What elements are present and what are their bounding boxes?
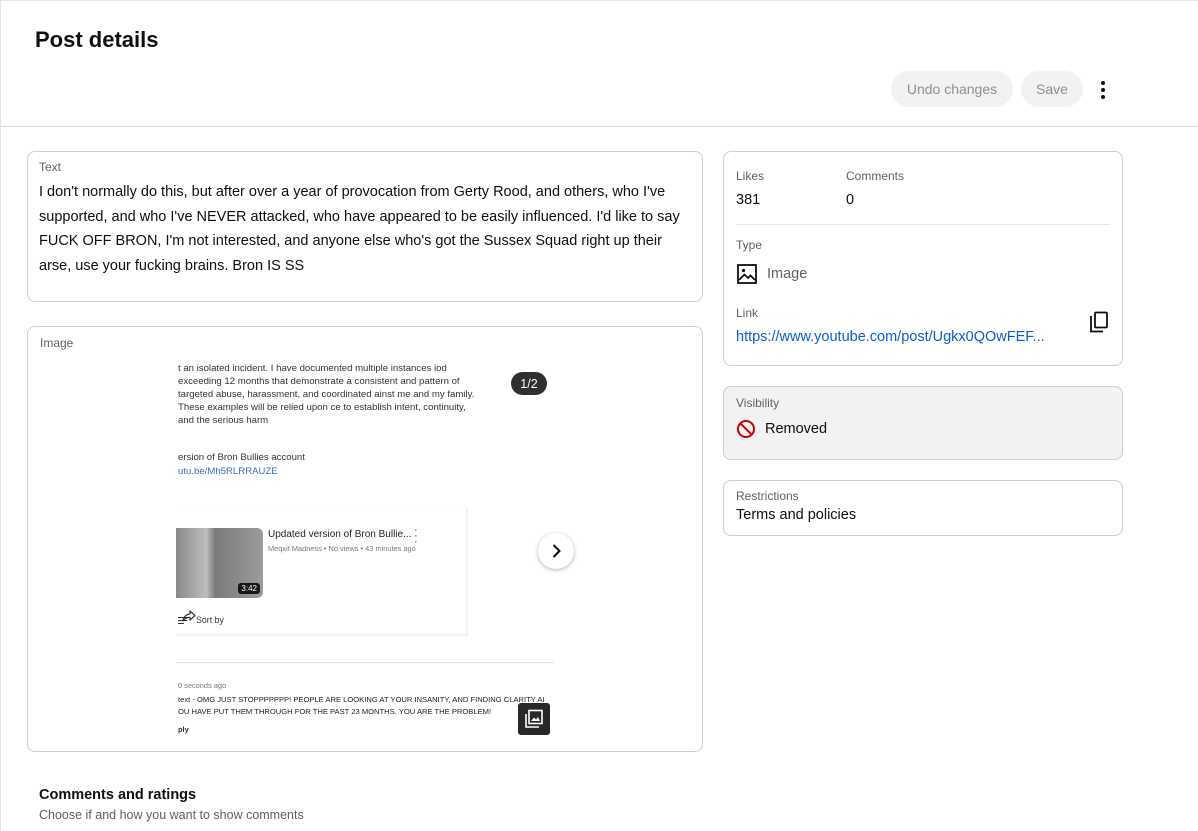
comments-ratings-heading: Comments and ratings <box>39 787 197 803</box>
comment-line-2: OU HAVE PUT THEM THROUGH FOR THE PAST 23… <box>178 707 492 716</box>
image-divider <box>176 662 554 663</box>
post-stats-card: Likes 381 Comments 0 Type Image Link htt… <box>723 151 1123 366</box>
comment-time: 0 seconds ago <box>178 681 227 690</box>
copy-link-button[interactable] <box>1086 308 1112 336</box>
chevron-right-icon <box>552 544 561 558</box>
image-url: utu.be/Mh5RLRRAUZE <box>178 466 278 477</box>
type-row: Image <box>736 263 807 285</box>
restrictions-card[interactable]: Restrictions Terms and policies <box>723 480 1123 536</box>
post-text[interactable]: I don't normally do this, but after over… <box>39 180 691 278</box>
post-image: t an isolated incident. I have documente… <box>176 359 556 739</box>
comment-line-1: text - OMG JUST STOPPPPPPP! PEOPLE ARE L… <box>178 695 545 704</box>
undo-changes-button[interactable]: Undo changes <box>891 71 1013 107</box>
reply-label: ply <box>178 725 189 734</box>
text-field[interactable]: Text I don't normally do this, but after… <box>27 151 703 302</box>
image-gallery-icon <box>525 709 543 728</box>
text-label: Text <box>39 160 62 174</box>
image-counter-badge: 1/2 <box>511 372 547 395</box>
visibility-value: Removed <box>765 421 828 437</box>
visibility-row: Removed <box>736 419 1110 439</box>
likes-value: 381 <box>736 192 761 208</box>
image-paragraph: t an isolated incident. I have documente… <box>178 363 475 426</box>
save-button[interactable]: Save <box>1021 71 1083 107</box>
copy-icon <box>1090 311 1108 333</box>
type-label: Type <box>736 238 763 252</box>
visibility-label: Visibility <box>736 396 780 410</box>
type-value: Image <box>767 266 808 282</box>
sort-icon <box>178 616 190 624</box>
video-thumbnail: 3:42 <box>176 528 263 598</box>
page-header: Post details Undo changes Save <box>1 1 1198 127</box>
restrictions-label: Restrictions <box>736 489 799 503</box>
image-section: Image t an isolated incident. I have doc… <box>27 326 703 752</box>
restrictions-value: Terms and policies <box>736 507 857 523</box>
comments-stat: Comments 0 <box>846 169 904 208</box>
comments-value: 0 <box>846 192 855 208</box>
visibility-card[interactable]: Visibility Removed <box>723 386 1123 460</box>
link-label: Link <box>736 306 759 320</box>
video-more-icon: · · · <box>414 524 418 548</box>
post-link[interactable]: https://www.youtube.com/post/Ugkx0QOwFEF… <box>736 329 1061 345</box>
stats-divider <box>736 224 1110 225</box>
video-title: Updated version of Bron Bullie... <box>268 529 412 540</box>
comments-ratings-subtext: Choose if and how you want to show comme… <box>39 808 304 822</box>
likes-label: Likes <box>736 169 765 183</box>
sort-label: Sort by <box>196 615 224 625</box>
video-meta: Meqxit Madness • No views • 43 minutes a… <box>268 544 416 553</box>
video-duration: 3:42 <box>238 583 260 594</box>
more-vert-icon[interactable] <box>1091 77 1115 103</box>
image-gallery-button[interactable] <box>518 703 550 735</box>
image-subheading: ersion of Bron Bullies account <box>178 452 305 463</box>
next-image-button[interactable] <box>538 533 574 569</box>
post-details-page: Post details Undo changes Save Text I do… <box>0 0 1198 831</box>
likes-stat: Likes 381 <box>736 169 764 208</box>
image-icon <box>737 264 757 284</box>
block-icon <box>737 420 755 438</box>
sort-row: Sort by <box>178 615 224 625</box>
page-title: Post details <box>35 27 159 52</box>
comments-label: Comments <box>846 169 905 183</box>
image-label: Image <box>40 336 74 350</box>
comments-ratings-section: Comments and ratings Choose if and how y… <box>39 787 304 822</box>
